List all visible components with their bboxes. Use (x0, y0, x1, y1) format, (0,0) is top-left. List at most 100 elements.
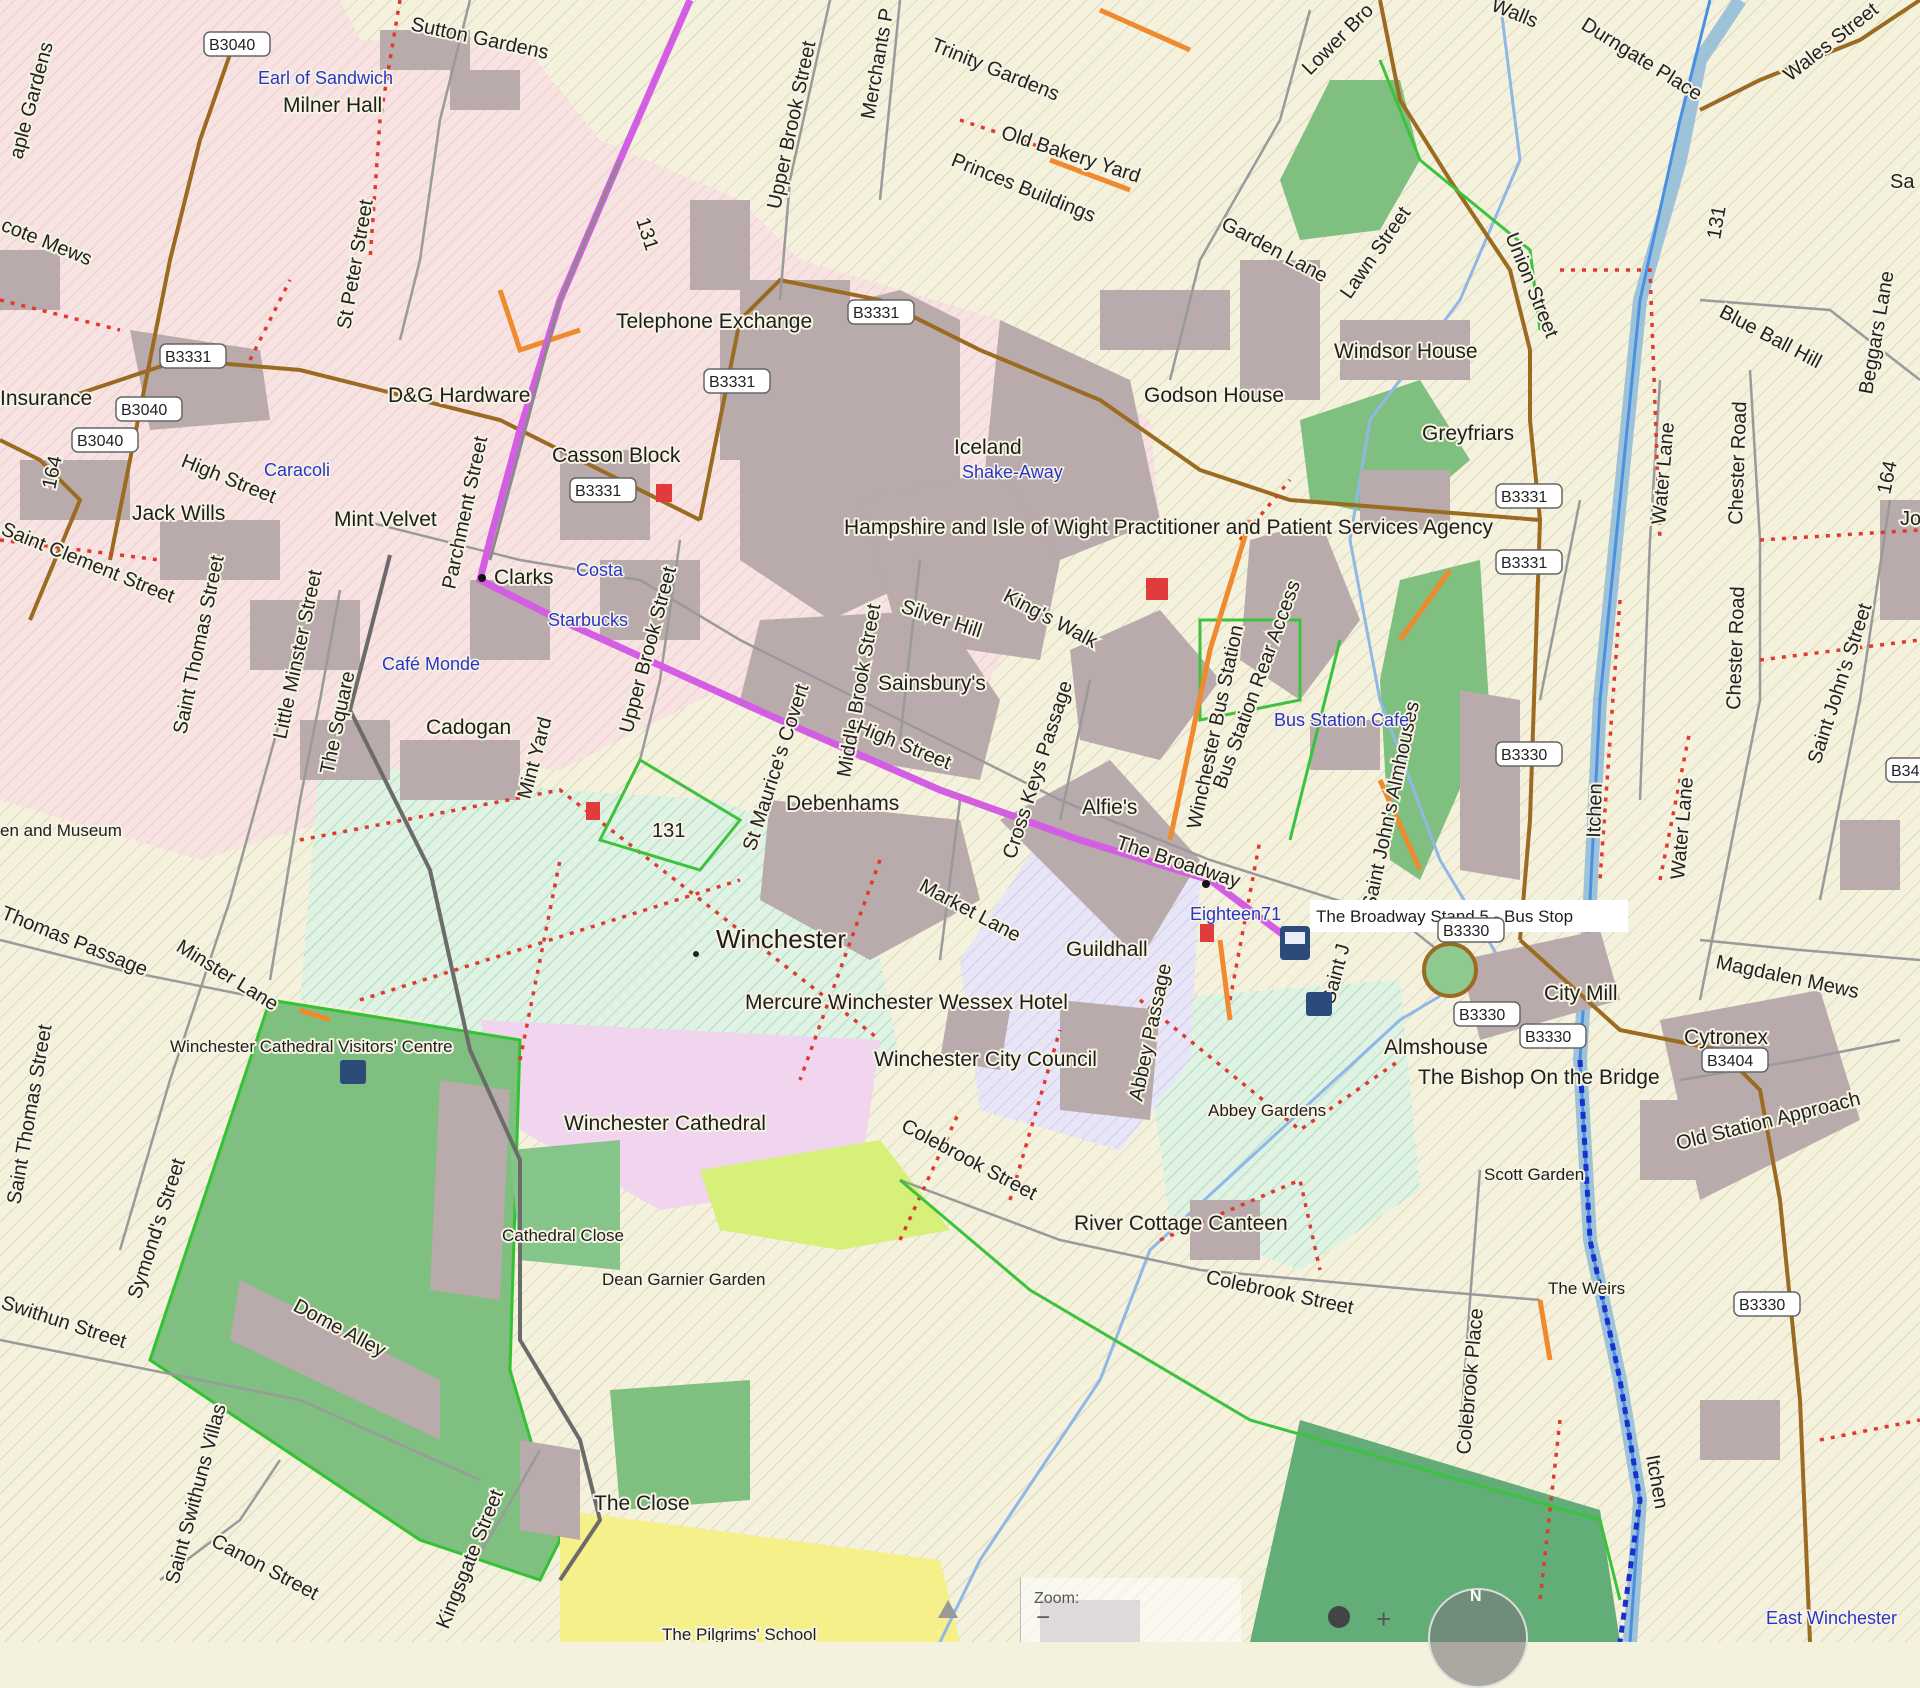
zoom-control (1020, 1578, 1241, 1642)
place-label: en and Museum (0, 821, 122, 840)
place-label: Cytronex (1684, 1026, 1769, 1049)
road-shield: B3330 (1495, 741, 1563, 767)
poi-label: Earl of Sandwich (258, 68, 393, 88)
road-label: Jo (1900, 508, 1920, 530)
toilets-icon (340, 1060, 366, 1084)
park-garnier (510, 1140, 620, 1270)
zoom-slider-handle[interactable] (1328, 1606, 1350, 1628)
hospital-icon (1146, 578, 1168, 600)
svg-text:B3331: B3331 (1501, 489, 1547, 506)
place-label: Godson House (1144, 384, 1284, 407)
poi-label: Costa (576, 560, 624, 580)
road-shield: B3331 (1495, 483, 1563, 509)
svg-text:B3330: B3330 (1443, 923, 1489, 940)
road-shield: B3404 (1701, 1047, 1769, 1073)
svg-text:B3404: B3404 (1707, 1053, 1753, 1070)
svg-text:B3040: B3040 (77, 433, 123, 450)
road-label: 131 (652, 820, 685, 842)
town-centre-dot (693, 951, 699, 957)
place-label: Cathedral Close (502, 1226, 624, 1245)
road-shield: B3331 (703, 368, 771, 394)
place-label: Insurance (0, 387, 92, 410)
road-shield: B3330 (1733, 1291, 1801, 1317)
navigate-arrow-icon[interactable] (938, 1600, 958, 1618)
svg-text:B3330: B3330 (1739, 1297, 1785, 1314)
place-label: Iceland (954, 436, 1022, 459)
poi-label: East Winchester (1766, 1608, 1897, 1628)
road-shield: B3040 (71, 427, 139, 453)
road-label: Itchen (1583, 783, 1607, 838)
road-shield: B3331 (569, 477, 637, 503)
place-label: Clarks (494, 566, 554, 589)
place-label: Milner Hall (283, 94, 382, 117)
route-point-icon-2 (1202, 880, 1210, 888)
svg-text:B3331: B3331 (165, 349, 211, 366)
place-label: Sainsbury's (878, 672, 986, 695)
road-shield: B3330 (1453, 1001, 1521, 1027)
place-label: Winchester Cathedral Visitors' Centre (170, 1037, 453, 1056)
place-label: The Bishop On the Bridge (1418, 1066, 1660, 1089)
road-shield: B34 (1885, 757, 1920, 783)
poi-label: Bus Station Cafe (1274, 710, 1409, 730)
poi-label: Eighteen71 (1190, 904, 1281, 924)
park-close-south (610, 1380, 750, 1510)
poi-label: Caracoli (264, 460, 330, 480)
compass-north-label: N (1470, 1588, 1482, 1605)
road-shield: B3330 (1437, 917, 1505, 943)
town-name: Winchester (716, 924, 846, 954)
place-label: Guildhall (1066, 938, 1148, 961)
place-label: The Pilgrims' School (662, 1625, 816, 1642)
svg-text:B3330: B3330 (1459, 1007, 1505, 1024)
road-label: Chester Road (1725, 401, 1751, 525)
zoom-in-button[interactable]: + (1376, 1604, 1391, 1635)
place-label: The Weirs (1548, 1279, 1625, 1298)
poi-label: Shake-Away (962, 462, 1063, 482)
svg-text:B3330: B3330 (1525, 1029, 1571, 1046)
place-label: Casson Block (552, 444, 681, 467)
place-label: Greyfriars (1422, 422, 1514, 445)
place-label: Winchester City Council (874, 1048, 1097, 1071)
place-label: Telephone Exchange (616, 310, 812, 333)
place-label: Mercure Winchester Wessex Hotel (745, 991, 1068, 1014)
place-label: Alfie's (1082, 796, 1137, 819)
road-shield: B3331 (159, 343, 227, 369)
road-label: Chester Road (1723, 586, 1749, 710)
place-label: Windsor House (1334, 340, 1478, 363)
svg-text:B3331: B3331 (853, 305, 899, 322)
svg-text:B3040: B3040 (209, 37, 255, 54)
svg-text:B3330: B3330 (1501, 747, 1547, 764)
road-label: Sa (1890, 171, 1915, 193)
place-label: Winchester Cathedral (564, 1112, 766, 1135)
place-label: D&G Hardware (388, 384, 530, 407)
map-canvas[interactable]: Sutton Gardens aple Gardens cote Mews St… (0, 0, 1920, 1642)
phone-icon (656, 484, 672, 502)
route-point-icon (478, 574, 486, 582)
place-label: Hampshire and Isle of Wight Practitioner… (844, 516, 1493, 539)
svg-text:B3331: B3331 (1501, 555, 1547, 572)
place-label: Scott Garden (1484, 1165, 1584, 1184)
place-label: City Mill (1544, 982, 1618, 1005)
phone-icon-2 (1200, 924, 1214, 942)
road-shield: B3331 (1495, 549, 1563, 575)
place-label: Abbey Gardens (1208, 1101, 1326, 1120)
place-label: River Cottage Canteen (1074, 1212, 1288, 1235)
svg-text:B34: B34 (1891, 763, 1920, 780)
road-shield: B3330 (1519, 1023, 1587, 1049)
toilets-icon-2 (1306, 992, 1332, 1016)
poi-label: Starbucks (548, 610, 628, 630)
phone-icon-3 (586, 802, 600, 820)
place-label: Cadogan (426, 716, 511, 739)
road-shield: B3040 (203, 31, 271, 57)
svg-text:B3331: B3331 (575, 483, 621, 500)
place-label: Dean Garnier Garden (602, 1270, 765, 1289)
svg-text:B3331: B3331 (709, 374, 755, 391)
roundabout (1422, 942, 1478, 998)
place-label: The Close (594, 1492, 690, 1515)
place-label: Debenhams (786, 792, 899, 815)
place-label: Almshouse (1384, 1036, 1488, 1059)
place-label: Mint Velvet (334, 508, 437, 531)
zoom-out-button[interactable]: − (1036, 1604, 1050, 1632)
road-shield: B3040 (115, 396, 183, 422)
road-shield: B3331 (847, 299, 915, 325)
place-label: Jack Wills (132, 502, 225, 525)
